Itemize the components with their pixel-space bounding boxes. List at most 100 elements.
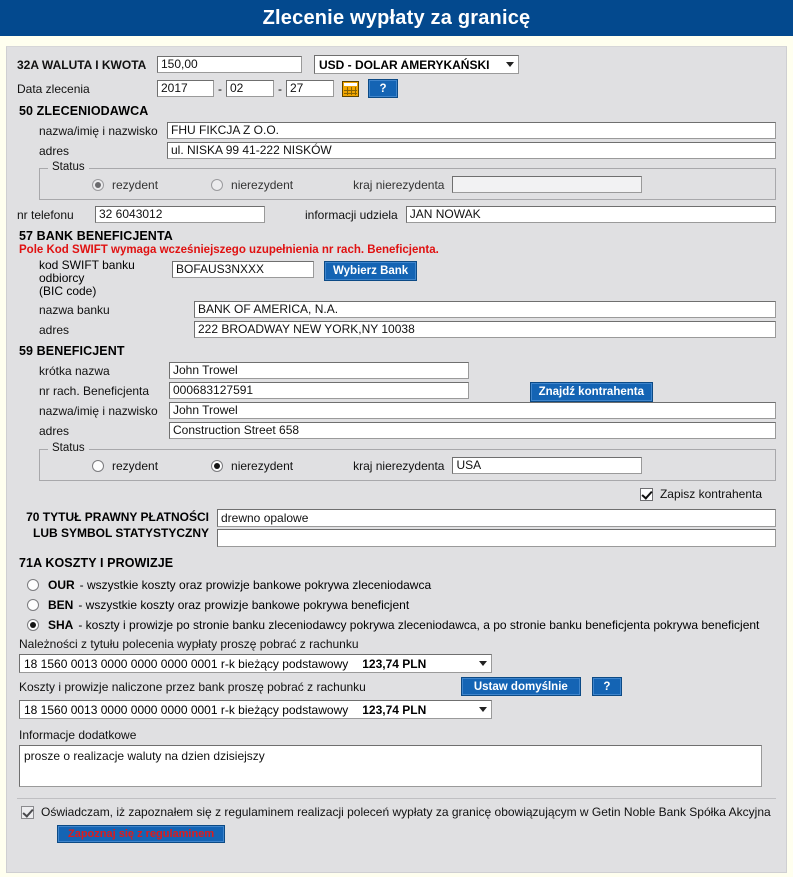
beneficiary-status-fieldset: Status rezydent nierezydent kraj nierezy… — [39, 442, 776, 481]
bank-name-input[interactable]: BANK OF AMERICA, N.A. — [194, 301, 776, 318]
amount-input[interactable]: 150,00 — [157, 56, 302, 73]
section-divider — [17, 798, 776, 799]
beneficiary-account-row: nr rach. Beneficjenta 000683127591 — [17, 382, 776, 399]
payment-title-row: 70 TYTUŁ PRAWNY PŁATNOŚCI LUB SYMBOL STA… — [17, 509, 776, 547]
ordering-party-contact-row: nr telefonu 32 6043012 informacji udziel… — [17, 206, 776, 223]
calendar-picker-button[interactable] — [342, 80, 359, 97]
save-contractor-row: Zapisz kontrahenta — [17, 487, 762, 501]
swift-code-input[interactable]: BOFAUS3NXXX — [172, 261, 314, 278]
set-default-button[interactable]: Ustaw domyślnie — [460, 677, 581, 696]
cost-option-sha-radio[interactable] — [27, 619, 39, 631]
beneficiary-address-label: adres — [39, 423, 70, 438]
date-separator-2: - — [278, 81, 282, 96]
beneficiary-nonresident-label: nierezydent — [231, 458, 294, 473]
additional-info-textarea[interactable] — [19, 745, 762, 787]
payment-title-input-1[interactable]: drewno opalowe — [217, 509, 776, 527]
beneficiary-section-title: 59 BENEFICJENT — [19, 344, 125, 358]
cost-option-our-radio[interactable] — [27, 579, 39, 591]
cost-option-ben[interactable]: BEN - wszystkie koszty oraz prowizje ban… — [17, 598, 776, 612]
costs-help-button[interactable]: ? — [591, 677, 622, 696]
beneficiary-status-legend: Status — [48, 442, 89, 454]
beneficiary-account-label: nr rach. Beneficjenta — [39, 383, 150, 398]
bank-address-row: adres 222 BROADWAY NEW YORK,NY 10038 — [17, 321, 776, 338]
save-contractor-label: Zapisz kontrahenta — [659, 487, 762, 501]
save-contractor-checkbox[interactable] — [639, 487, 653, 501]
bank-name-label: nazwa banku — [39, 302, 110, 317]
date-help-button[interactable]: ? — [368, 79, 398, 98]
bank-address-input[interactable]: 222 BROADWAY NEW YORK,NY 10038 — [194, 321, 776, 338]
ordering-party-nonresident-radio[interactable] — [211, 178, 224, 191]
ordering-party-country-input[interactable] — [452, 176, 643, 193]
find-contractor-button[interactable]: Znajdź kontrahenta — [529, 382, 653, 402]
declaration-text: Oświadczam, iż zapoznałem się z regulami… — [41, 805, 771, 819]
payment-title-label: 70 TYTUŁ PRAWNY PŁATNOŚCI LUB SYMBOL STA… — [17, 509, 217, 541]
cost-option-ben-code: BEN — [48, 598, 74, 612]
beneficiary-nonresident-radio[interactable] — [211, 459, 224, 472]
declaration-checkbox[interactable] — [21, 806, 34, 819]
bank-address-label: adres — [39, 322, 70, 337]
date-month-input[interactable]: 02 — [226, 80, 274, 97]
phone-input[interactable]: 32 6043012 — [95, 206, 265, 223]
cost-option-ben-radio[interactable] — [27, 599, 39, 611]
fees-account-balance: 123,74 PLN — [362, 702, 427, 717]
swift-code-label: kod SWIFT banku odbiorcy (BIC code) — [17, 259, 172, 298]
phone-label: nr telefonu — [17, 207, 74, 222]
payment-title-input-2[interactable] — [217, 529, 776, 547]
payment-title-label-line2: LUB SYMBOL STATYSTYCZNY — [32, 526, 209, 540]
beneficiary-bank-section-title: 57 BANK BENEFICJENTA — [19, 229, 173, 243]
order-date-label: Data zlecenia — [17, 81, 90, 96]
ordering-party-status-fieldset: Status rezydent nierezydent kraj nierezy… — [39, 161, 776, 200]
beneficiary-account-input[interactable]: 000683127591 — [169, 382, 469, 399]
swift-code-label-line2: (BIC code) — [39, 284, 97, 298]
ordering-party-address-label: adres — [39, 143, 70, 158]
read-terms-button[interactable]: Zapoznaj się z regulaminem — [57, 825, 226, 843]
page-title-bar: Zlecenie wypłaty za granicę — [0, 0, 793, 36]
date-day-input[interactable]: 27 — [286, 80, 334, 97]
cost-option-sha[interactable]: SHA - koszty i prowizje po stronie banku… — [17, 618, 776, 632]
beneficiary-resident-radio[interactable] — [92, 459, 104, 472]
beneficiary-country-label: kraj nierezydenta — [353, 458, 445, 473]
debit-account-value: 18 1560 0013 0000 0000 0000 0001 r-k bie… — [24, 656, 349, 671]
beneficiary-country-input[interactable]: USA — [452, 457, 643, 474]
ordering-party-country-label: kraj nierezydenta — [353, 177, 445, 192]
transfer-order-form: 32A WALUTA I KWOTA 150,00 USD - DOLAR AM… — [6, 46, 787, 873]
ordering-party-section-title: 50 ZLECENIODAWCA — [19, 104, 149, 118]
ordering-party-resident-radio[interactable] — [92, 178, 104, 191]
order-date-row: Data zlecenia 2017 - 02 - 27 ? — [17, 79, 776, 98]
fees-account-select[interactable]: 18 1560 0013 0000 0000 0000 0001 r-k bie… — [19, 700, 492, 719]
cost-option-ben-text: - wszystkie koszty oraz prowizje bankowe… — [78, 598, 410, 612]
cost-option-sha-code: SHA — [48, 618, 74, 632]
cost-option-our[interactable]: OUR - wszystkie koszty oraz prowizje ban… — [17, 578, 776, 592]
declaration-row: Oświadczam, iż zapoznałem się z regulami… — [21, 805, 776, 819]
beneficiary-status-row: rezydent nierezydent kraj nierezydenta U… — [48, 457, 767, 474]
beneficiary-short-name-input[interactable]: John Trowel — [169, 362, 469, 379]
debit-account-select[interactable]: 18 1560 0013 0000 0000 0000 0001 r-k bie… — [19, 654, 492, 673]
ordering-party-status-row: rezydent nierezydent kraj nierezydenta — [48, 176, 767, 193]
ordering-party-name-label: nazwa/imię i nazwisko — [39, 123, 158, 138]
ordering-party-address-input[interactable]: ul. NISKA 99 41-222 NISKÓW — [167, 142, 776, 159]
chevron-down-icon — [506, 62, 514, 67]
ordering-party-name-row: nazwa/imię i nazwisko FHU FIKCJA Z O.O. — [17, 122, 776, 139]
choose-bank-button[interactable]: Wybierz Bank — [324, 261, 418, 281]
date-year-input[interactable]: 2017 — [157, 80, 214, 97]
currency-amount-row: 32A WALUTA I KWOTA 150,00 USD - DOLAR AM… — [17, 55, 776, 74]
beneficiary-short-name-row: krótka nazwa John Trowel — [17, 362, 776, 379]
currency-select[interactable]: USD - DOLAR AMERYKAŃSKI — [314, 55, 519, 74]
beneficiary-name-input[interactable]: John Trowel — [169, 402, 776, 419]
additional-info-label: Informacje dodatkowe — [19, 728, 137, 742]
title-underline-strip — [0, 36, 793, 46]
page-title: Zlecenie wypłaty za granicę — [262, 6, 531, 29]
contact-person-input[interactable]: JAN NOWAK — [405, 206, 776, 223]
fees-account-label-row: Koszty i prowizje naliczone przez bank p… — [17, 677, 776, 696]
date-separator-1: - — [218, 81, 222, 96]
beneficiary-address-input[interactable]: Construction Street 658 — [169, 422, 776, 439]
cost-option-our-text: - wszystkie koszty oraz prowizje bankowe… — [79, 578, 432, 592]
cost-option-sha-text: - koszty i prowizje po stronie banku zle… — [78, 618, 760, 632]
costs-section-title: 71A KOSZTY I PROWIZJE — [19, 556, 174, 570]
ordering-party-resident-label: rezydent — [112, 177, 159, 192]
contact-person-label: informacji udziela — [305, 207, 398, 222]
calendar-icon — [342, 80, 359, 97]
beneficiary-short-name-label: krótka nazwa — [39, 363, 110, 378]
ordering-party-name-input[interactable]: FHU FIKCJA Z O.O. — [167, 122, 776, 139]
beneficiary-address-row: adres Construction Street 658 — [17, 422, 776, 439]
